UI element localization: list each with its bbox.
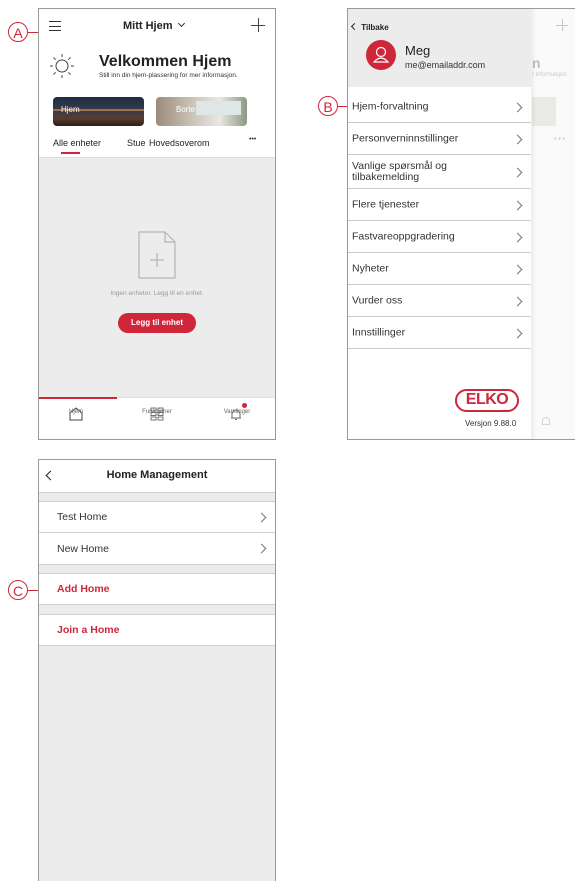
menu-item-firmware-upgrade[interactable]: Fastvareoppgradering (348, 222, 531, 253)
chevron-left-icon (350, 22, 359, 31)
add-icon[interactable] (251, 18, 265, 32)
welcome-title: Velkommen Hjem (99, 53, 232, 70)
background-title-fragment: n (532, 55, 541, 71)
elko-logo: ELKO (455, 389, 519, 412)
tab-all-devices[interactable]: Alle enheter (53, 138, 101, 148)
mode-home-label: Hjem (61, 105, 80, 114)
side-menu-screen: n r informasjon • • • Tilbake Meg me@ema… (347, 8, 575, 440)
home-list-item-new-home[interactable]: New Home (39, 533, 275, 565)
user-icon (372, 46, 390, 63)
back-label: Tilbake (361, 23, 389, 32)
chevron-right-icon (256, 543, 267, 554)
tab-active-indicator (61, 152, 80, 154)
mode-away-card[interactable]: Borte (156, 97, 247, 126)
nav-home-label: Hjem (68, 409, 83, 415)
chevron-right-icon (512, 296, 523, 307)
empty-file-icon (138, 231, 176, 279)
home-screen: Mitt Hjem Velkommen Hjem Still inn din h… (38, 8, 276, 440)
back-button[interactable]: Tilbake (350, 22, 389, 32)
avatar[interactable] (366, 40, 396, 70)
bottom-nav-active-indicator (39, 397, 117, 399)
elko-logo-text: ELKO (465, 391, 509, 408)
menu-icon[interactable] (49, 21, 61, 32)
chevron-right-icon (512, 134, 523, 145)
mode-away-label: Borte (176, 105, 196, 114)
chevron-right-icon (512, 232, 523, 243)
chevron-right-icon (512, 167, 523, 178)
callout-a: A (8, 22, 28, 42)
sun-icon (49, 53, 75, 79)
menu-item-settings[interactable]: Innstillinger (348, 318, 531, 349)
background-more-icon: • • • (554, 136, 566, 143)
tab-living-room[interactable]: Stue (127, 138, 146, 148)
chevron-down-icon (177, 19, 185, 28)
menu-item-faq-feedback[interactable]: Vanlige spørsmål og tilbakemelding (348, 156, 531, 189)
version-text: Versjon 9.88.0 (465, 419, 517, 428)
add-device-button[interactable]: Legg til enhet (118, 313, 196, 333)
background-thumb (532, 97, 556, 126)
menu-item-privacy-settings[interactable]: Personverninnstillinger (348, 124, 531, 155)
home-selector[interactable]: Mitt Hjem (123, 19, 185, 32)
background-bell-icon (540, 414, 552, 426)
side-drawer: Tilbake Meg me@emailaddr.com Hjem-forval… (348, 9, 531, 439)
user-name: Meg (405, 43, 431, 58)
notification-dot (242, 403, 247, 408)
nav-functions-label: Funksjoner (142, 409, 172, 415)
nav-bar: Home Management (39, 460, 275, 493)
empty-state-text: Ingen enheter. Legg til en enhet. (110, 290, 204, 297)
background-subtitle-fragment: r informasjon (532, 72, 567, 78)
home-list-item-test-home[interactable]: Test Home (39, 501, 275, 533)
page-title: Home Management (106, 469, 208, 481)
background-screen: n r informasjon • • • (532, 9, 575, 439)
mode-home-card[interactable]: Hjem (53, 97, 144, 126)
chevron-right-icon (512, 200, 523, 211)
menu-item-news[interactable]: Nyheter (348, 254, 531, 285)
menu-item-more-services[interactable]: Flere tjenester (348, 190, 531, 221)
menu-item-home-management[interactable]: Hjem-forvaltning (348, 92, 531, 123)
bottom-nav (39, 397, 275, 439)
chevron-right-icon (512, 102, 523, 113)
chevron-right-icon (512, 264, 523, 275)
callout-b: B (318, 96, 338, 116)
background-add-icon (556, 19, 568, 31)
chevron-right-icon (256, 512, 267, 523)
user-email: me@emailaddr.com (405, 60, 486, 70)
welcome-subtitle: Still inn din hjem-plassering for mer in… (99, 72, 238, 79)
home-title: Mitt Hjem (123, 20, 173, 32)
add-home-button[interactable]: Add Home (39, 573, 275, 605)
chevron-right-icon (512, 328, 523, 339)
join-home-button[interactable]: Join a Home (39, 614, 275, 646)
home-header: Mitt Hjem Velkommen Hjem Still inn din h… (39, 9, 275, 158)
more-icon[interactable]: • • • (249, 136, 256, 143)
callout-c: C (8, 580, 28, 600)
home-management-screen: Home Management Test Home New Home Add H… (38, 459, 276, 881)
nav-notifications-label: Varslinger (223, 409, 251, 415)
menu-item-rate-us[interactable]: Vurder oss (348, 286, 531, 317)
tab-master-bedroom[interactable]: Hovedsoverom (149, 138, 210, 148)
